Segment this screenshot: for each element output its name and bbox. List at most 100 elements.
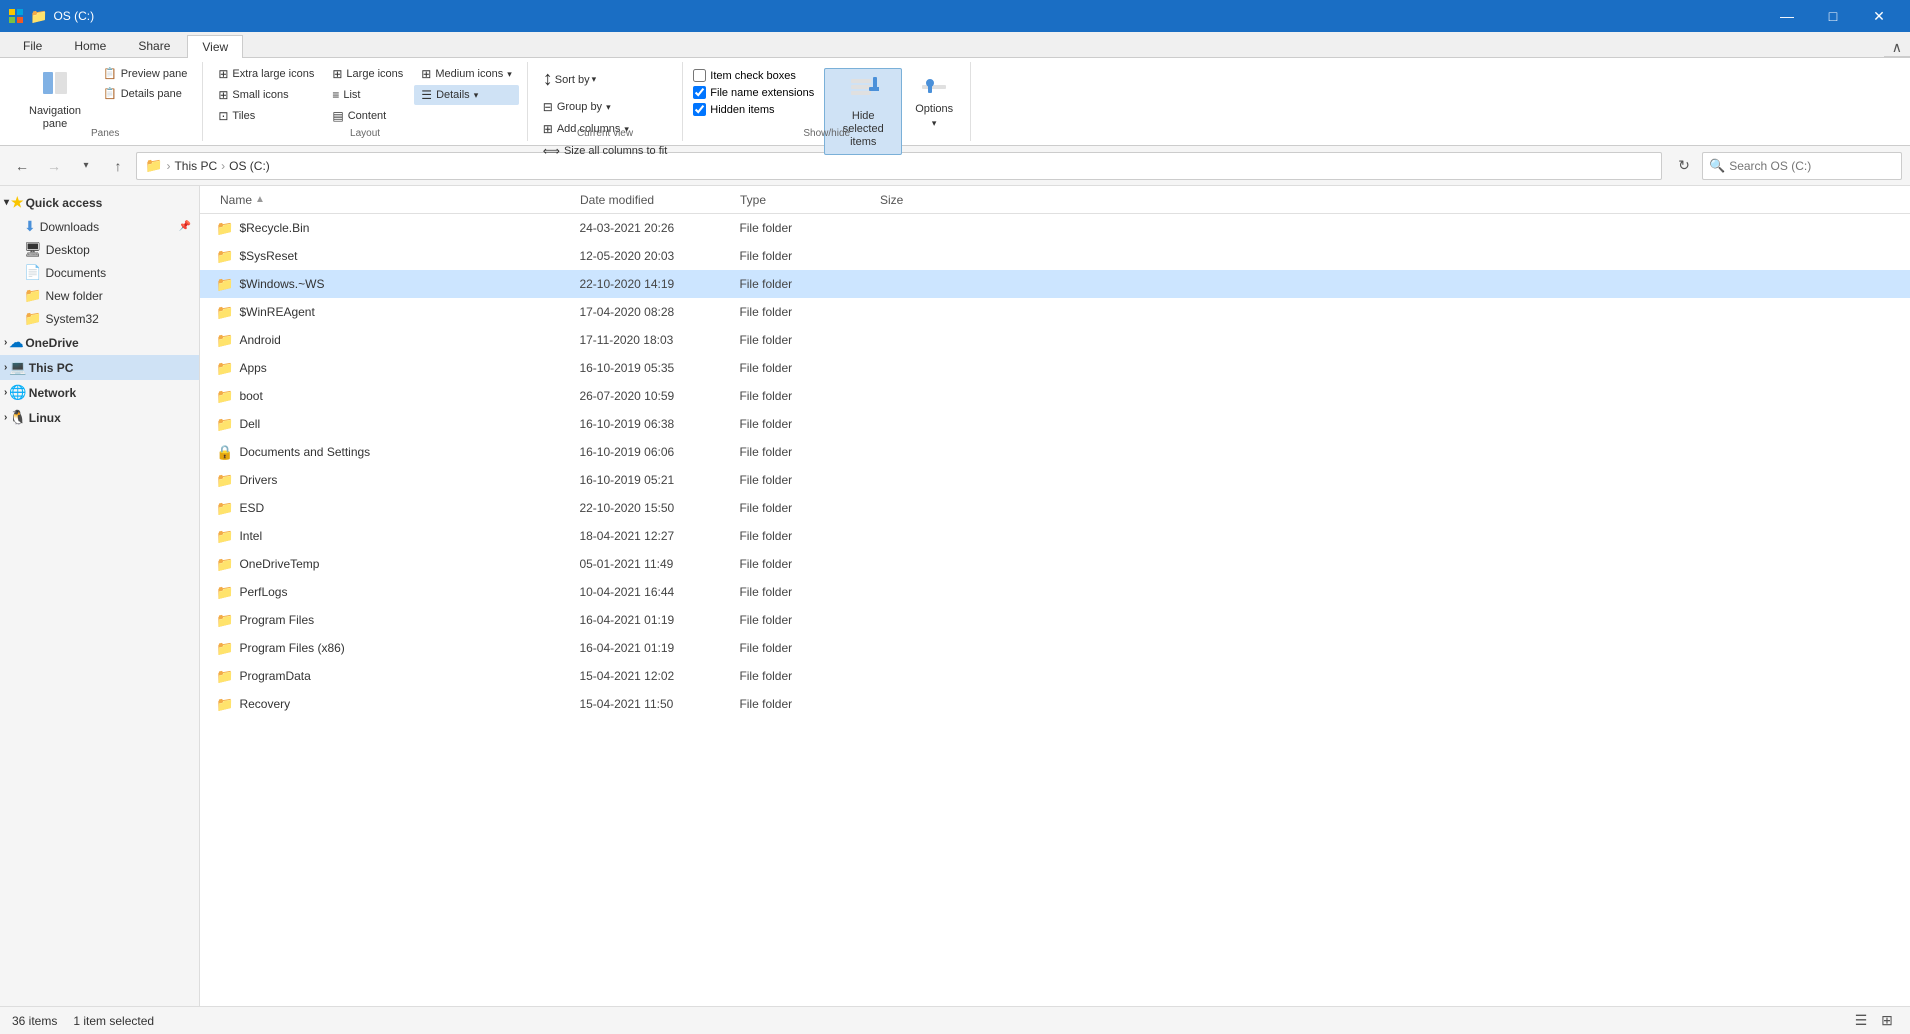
this-pc-expand-icon: › xyxy=(4,362,7,373)
main-layout: ▾ ★ Quick access ⬇ Downloads 📌 🖥 Desktop… xyxy=(0,186,1910,1006)
navigation-pane-button[interactable]: Navigation pane xyxy=(16,64,94,136)
table-row[interactable]: 📁 Drivers 16-10-2019 05:21 File folder xyxy=(200,466,1910,494)
size-all-columns-button[interactable]: ⟺ Size all columns to fit xyxy=(536,141,675,161)
table-row[interactable]: 📁 boot 26-07-2020 10:59 File folder xyxy=(200,382,1910,410)
col-size-label: Size xyxy=(880,193,903,207)
maximize-button[interactable]: □ xyxy=(1810,0,1856,32)
forward-icon: → xyxy=(47,158,61,174)
sidebar: ▾ ★ Quick access ⬇ Downloads 📌 🖥 Desktop… xyxy=(0,186,200,1006)
details-pane-button[interactable]: 📋 Details pane xyxy=(96,84,194,103)
large-icons-button[interactable]: ⊞ Large icons xyxy=(325,64,410,84)
hide-selected-items-button[interactable]: Hide selected items xyxy=(824,68,902,155)
file-date: 22-10-2020 15:50 xyxy=(579,501,739,515)
medium-icons-icon: ⊞ xyxy=(421,67,431,81)
file-date: 17-04-2020 08:28 xyxy=(579,305,739,319)
file-name-extensions-row[interactable]: File name extensions xyxy=(691,85,816,100)
file-type: File folder xyxy=(739,585,879,599)
tab-file[interactable]: File xyxy=(8,34,57,57)
table-row[interactable]: 📁 $SysReset 12-05-2020 20:03 File folder xyxy=(200,242,1910,270)
tab-share[interactable]: Share xyxy=(123,34,185,57)
table-row[interactable]: 📁 $Windows.~WS 22-10-2020 14:19 File fol… xyxy=(200,270,1910,298)
back-button[interactable]: ← xyxy=(8,152,36,180)
preview-pane-button[interactable]: 📋 Preview pane xyxy=(96,64,194,83)
folder-icon: 📁 xyxy=(216,388,233,405)
recent-locations-button[interactable]: ▾ xyxy=(72,152,100,180)
search-input[interactable] xyxy=(1729,159,1895,173)
tab-view[interactable]: View xyxy=(187,35,243,58)
content-button[interactable]: ▤ Content xyxy=(325,106,410,126)
file-name: $SysReset xyxy=(239,249,579,263)
tiles-button[interactable]: ⊡ Tiles xyxy=(211,106,321,126)
table-row[interactable]: 📁 ESD 22-10-2020 15:50 File folder xyxy=(200,494,1910,522)
pin-icon: 📌 xyxy=(179,221,191,232)
minimize-button[interactable]: — xyxy=(1764,0,1810,32)
sidebar-item-downloads[interactable]: ⬇ Downloads 📌 xyxy=(0,215,199,238)
options-button[interactable]: Options ▾ xyxy=(906,68,962,134)
file-type: File folder xyxy=(739,249,879,263)
group-by-button[interactable]: ⊟ Group by ▾ xyxy=(536,97,618,117)
options-icon xyxy=(920,73,948,101)
folder-icon: 📁 xyxy=(216,640,233,657)
medium-icons-button[interactable]: ⊞ Medium icons ▾ xyxy=(414,64,518,84)
col-header-size[interactable]: Size xyxy=(876,193,976,207)
details-button[interactable]: ☰ Details ▾ xyxy=(414,85,518,105)
col-header-date[interactable]: Date modified xyxy=(576,193,736,207)
hidden-items-row[interactable]: Hidden items xyxy=(691,102,816,117)
details-view-button[interactable]: ☰ xyxy=(1850,1010,1872,1032)
item-check-boxes-row[interactable]: Item check boxes xyxy=(691,68,816,83)
table-row[interactable]: 📁 $WinREAgent 17-04-2020 08:28 File fold… xyxy=(200,298,1910,326)
table-row[interactable]: 📁 Apps 16-10-2019 05:35 File folder xyxy=(200,354,1910,382)
table-row[interactable]: 📁 ProgramData 15-04-2021 12:02 File fold… xyxy=(200,662,1910,690)
table-row[interactable]: 📁 $Recycle.Bin 24-03-2021 20:26 File fol… xyxy=(200,214,1910,242)
item-check-boxes-checkbox[interactable] xyxy=(693,69,706,82)
selected-count: 1 item selected xyxy=(73,1014,154,1028)
up-button[interactable]: ↑ xyxy=(104,152,132,180)
file-name: Dell xyxy=(239,417,579,431)
sidebar-section-quick-access[interactable]: ▾ ★ Quick access xyxy=(0,190,199,215)
col-name-label: Name xyxy=(220,193,252,207)
sidebar-section-linux[interactable]: › 🐧 Linux xyxy=(0,405,199,430)
hidden-items-checkbox[interactable] xyxy=(693,103,706,116)
table-row[interactable]: 📁 OneDriveTemp 05-01-2021 11:49 File fol… xyxy=(200,550,1910,578)
sidebar-section-onedrive[interactable]: › ☁ OneDrive xyxy=(0,330,199,355)
expand-icon: ▾ xyxy=(4,197,9,208)
table-row[interactable]: 📁 Program Files 16-04-2021 01:19 File fo… xyxy=(200,606,1910,634)
col-header-name[interactable]: Name ▲ xyxy=(216,193,576,207)
list-button[interactable]: ≡ List xyxy=(325,85,410,105)
breadcrumb-os-c[interactable]: OS (C:) xyxy=(229,159,270,173)
sort-by-button[interactable]: ↕ Sort by ▾ xyxy=(536,64,603,95)
breadcrumb-this-pc[interactable]: This PC xyxy=(174,159,217,173)
ribbon-collapse-icon[interactable]: ∧ xyxy=(1892,39,1902,56)
close-button[interactable]: ✕ xyxy=(1856,0,1902,32)
table-row[interactable]: 📁 Intel 18-04-2021 12:27 File folder xyxy=(200,522,1910,550)
sidebar-item-new-folder[interactable]: 📁 New folder xyxy=(0,284,199,307)
network-label: Network xyxy=(29,386,76,400)
forward-button[interactable]: → xyxy=(40,152,68,180)
file-type: File folder xyxy=(739,613,879,627)
extra-large-icons-button[interactable]: ⊞ Extra large icons xyxy=(211,64,321,84)
tab-home[interactable]: Home xyxy=(59,34,121,57)
documents-label: Documents xyxy=(45,266,191,280)
file-date: 15-04-2021 11:50 xyxy=(579,697,739,711)
small-icons-button[interactable]: ⊞ Small icons xyxy=(211,85,321,105)
onedrive-icon: ☁ xyxy=(9,334,23,351)
sidebar-section-network[interactable]: › 🌐 Network xyxy=(0,380,199,405)
table-row[interactable]: 🔒 Documents and Settings 16-10-2019 06:0… xyxy=(200,438,1910,466)
large-icons-view-button[interactable]: ⊞ xyxy=(1876,1010,1898,1032)
sidebar-item-system32[interactable]: 📁 System32 xyxy=(0,307,199,330)
table-row[interactable]: 📁 Dell 16-10-2019 06:38 File folder xyxy=(200,410,1910,438)
col-header-type[interactable]: Type xyxy=(736,193,876,207)
content-area: Name ▲ Date modified Type Size 📁 $Recycl… xyxy=(200,186,1910,1006)
sidebar-item-documents[interactable]: 📄 Documents xyxy=(0,261,199,284)
file-type: File folder xyxy=(739,641,879,655)
table-row[interactable]: 📁 Android 17-11-2020 18:03 File folder xyxy=(200,326,1910,354)
file-name-extensions-checkbox[interactable] xyxy=(693,86,706,99)
file-name: boot xyxy=(239,389,579,403)
table-row[interactable]: 📁 Recovery 15-04-2021 11:50 File folder xyxy=(200,690,1910,718)
this-pc-icon: 💻 xyxy=(9,359,26,376)
sidebar-item-desktop[interactable]: 🖥 Desktop xyxy=(0,238,199,261)
sidebar-section-this-pc[interactable]: › 💻 This PC xyxy=(0,355,199,380)
table-row[interactable]: 📁 Program Files (x86) 16-04-2021 01:19 F… xyxy=(200,634,1910,662)
refresh-button[interactable]: ↻ xyxy=(1670,152,1698,180)
table-row[interactable]: 📁 PerfLogs 10-04-2021 16:44 File folder xyxy=(200,578,1910,606)
